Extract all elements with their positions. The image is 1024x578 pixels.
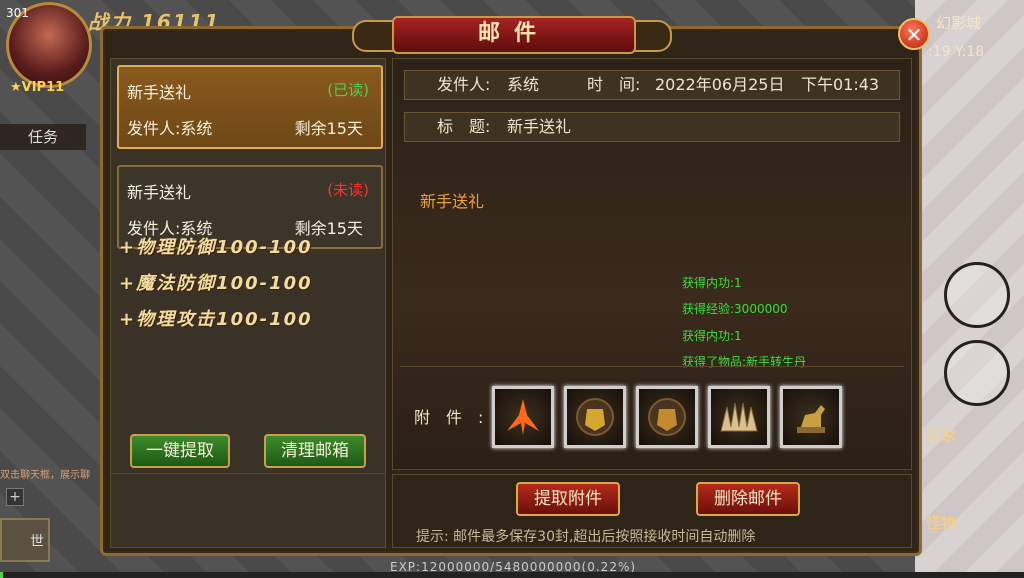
delete-mail-button[interactable]: 删除邮件 [696, 482, 800, 516]
attachment-slot-1[interactable] [492, 386, 554, 448]
map-name: 幻影城 [936, 14, 982, 32]
left-footer [111, 473, 385, 548]
horse-statue-icon [797, 405, 825, 433]
stat-magic-defense: +魔法防御100-100 [119, 273, 313, 294]
stat-physical-defense: +物理防御100-100 [119, 237, 313, 258]
sender-label: 发件人: [437, 75, 491, 94]
player-target-button[interactable]: 玩家 [926, 424, 956, 445]
reward-line: 获得了物品:新手转生丹 [682, 355, 807, 369]
stat-physical-attack: +物理攻击100-100 [119, 309, 313, 330]
task-tab[interactable]: 任务 [0, 124, 86, 150]
window-title-bar: 邮件 [352, 10, 672, 54]
exp-bar [0, 572, 1024, 578]
divider [400, 366, 904, 367]
spiked-item-icon [720, 402, 758, 432]
window-title: 邮件 [392, 16, 636, 54]
flame-sword-icon [507, 399, 539, 435]
clock-value: 下午01:43 [801, 75, 880, 94]
skill-button-2[interactable] [944, 340, 1010, 406]
sender-value: 系统 [507, 75, 540, 94]
attachment-slot-5[interactable] [780, 386, 842, 448]
golden-armor-icon [576, 398, 614, 436]
voice-chat-button[interactable]: 世 [0, 518, 50, 562]
mail-subject-row: 标 题: 新手送礼 [404, 112, 900, 142]
attachment-slot-2[interactable] [564, 386, 626, 448]
vip-badge[interactable]: ★VIP11 [10, 80, 64, 95]
mail-header-row: 发件人: 系统 时 间: 2022年06月25日 下午01:43 [404, 70, 900, 100]
mail-tip: 提示: 邮件最多保存30封,超出后按照接收时间自动删除 [416, 529, 756, 545]
collect-attachment-button[interactable]: 提取附件 [516, 482, 620, 516]
clear-mailbox-button[interactable]: 清理邮箱 [264, 434, 366, 468]
player-level: 301 [6, 6, 29, 20]
reward-line: 获得经验:3000000 [682, 302, 788, 316]
close-button[interactable]: ✕ [898, 18, 930, 50]
time-label: 时 间: [587, 75, 641, 94]
collect-all-button[interactable]: 一键提取 [130, 434, 230, 468]
subject-label: 标 题: [437, 117, 491, 136]
date-value: 2022年06月25日 [655, 75, 785, 94]
monster-target-button[interactable]: 怪物 [926, 512, 956, 533]
subject-value: 新手送礼 [507, 117, 572, 136]
reward-line: 获得内功:1 [682, 276, 742, 290]
mail-remaining: 剩余15天 [294, 119, 363, 138]
reward-line: 获得内功:1 [682, 329, 742, 343]
attachment-slot-3[interactable] [636, 386, 698, 448]
map-coords: :19 Y:18 [928, 44, 985, 60]
mail-sender: 发件人:系统 [127, 119, 213, 138]
mail-item-selected[interactable]: 新手送礼 (已读) 发件人:系统 剩余15天 [117, 65, 383, 149]
chat-hint: 双击聊天框，展示聊 [0, 470, 90, 481]
mail-body-title: 新手送礼 [420, 192, 485, 211]
mail-title: 新手送礼 [127, 83, 192, 102]
exp-bar-fill [0, 572, 4, 578]
attachment-slot-4[interactable] [708, 386, 770, 448]
golden-armor-icon [648, 398, 686, 436]
mail-title: 新手送礼 [127, 183, 192, 202]
mail-status-read: (已读) [327, 81, 369, 99]
mail-list-panel: 新手送礼 (已读) 发件人:系统 剩余15天 新手送礼 (未读) 发件人:系统 … [110, 58, 386, 548]
chat-expand-button[interactable]: + [6, 488, 24, 506]
mail-status-unread: (未读) [327, 181, 369, 199]
skill-button-1[interactable] [944, 262, 1010, 328]
attachments-label: 附件: [414, 408, 500, 427]
